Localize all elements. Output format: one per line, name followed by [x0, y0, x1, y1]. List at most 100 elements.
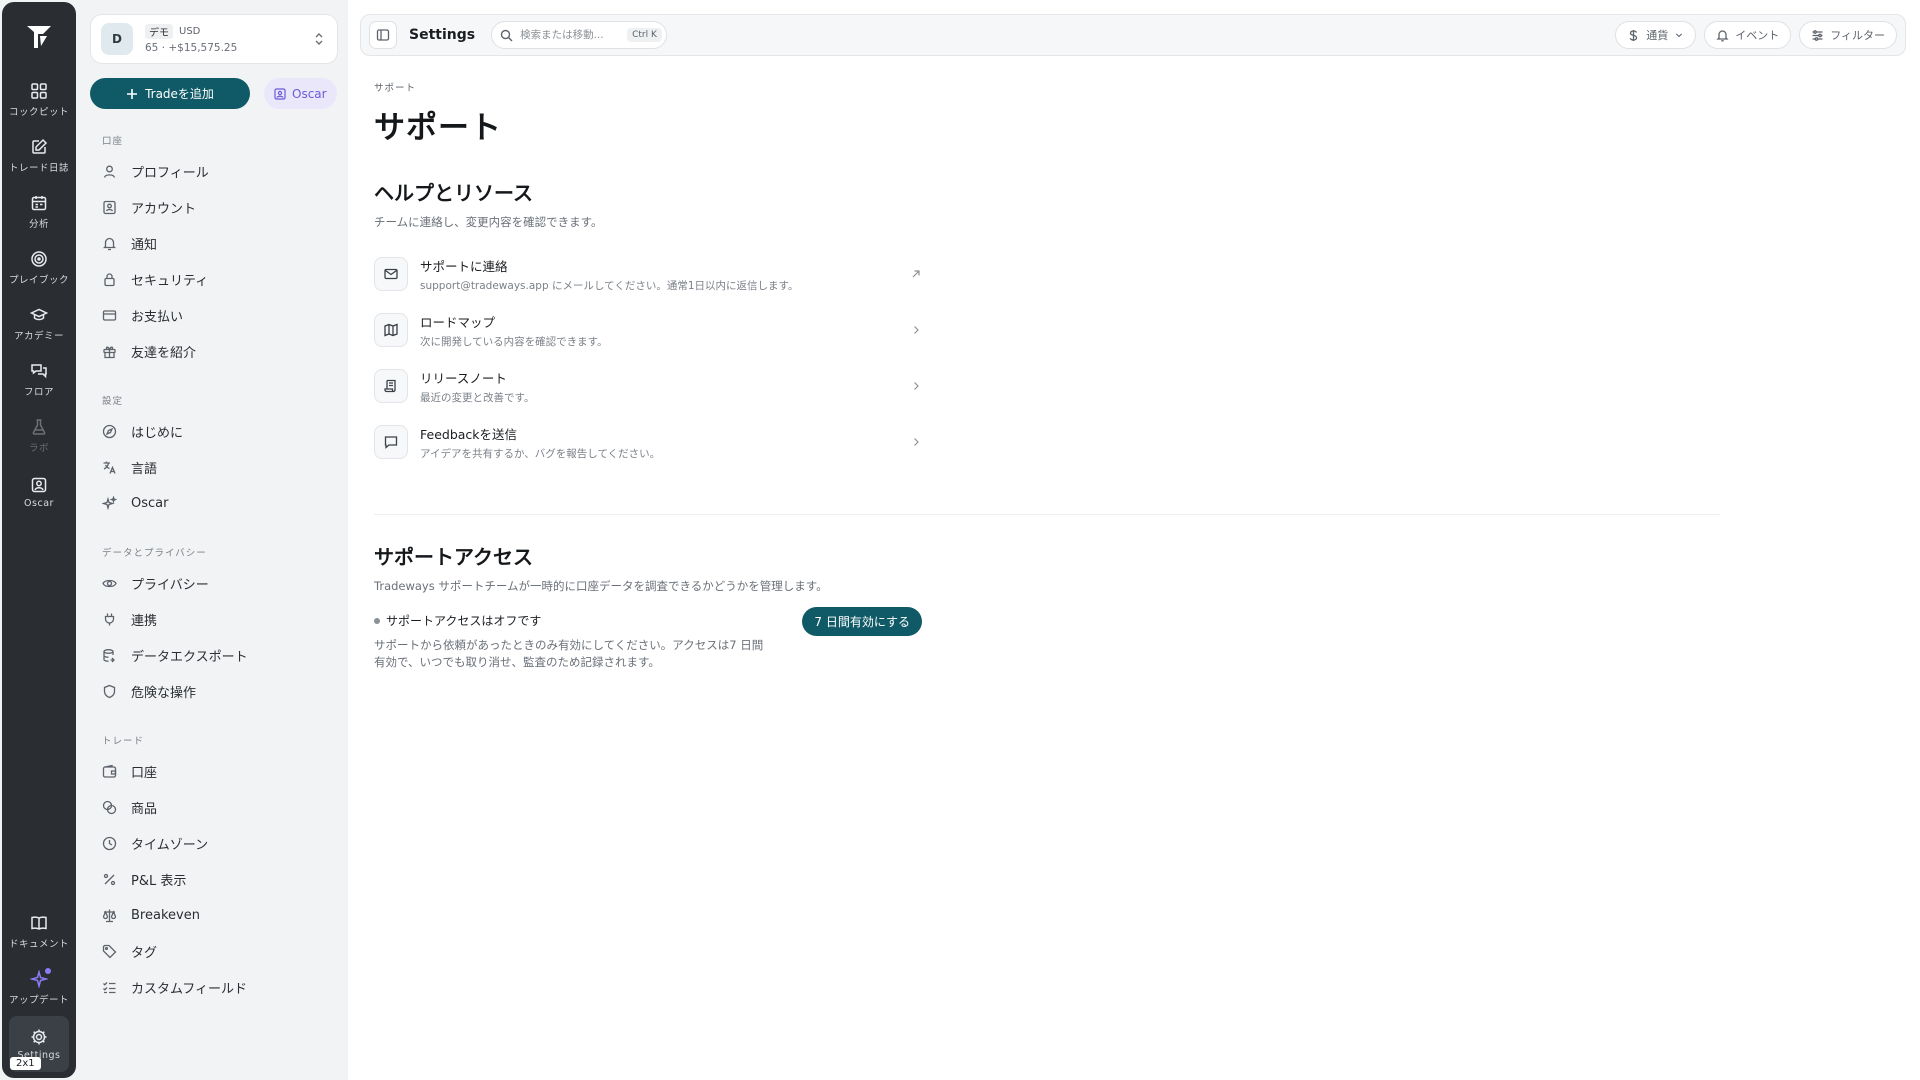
sidebar-item-billing[interactable]: お支払い: [90, 297, 338, 333]
release-notes-item[interactable]: リリースノート 最近の変更と改善です。: [374, 358, 922, 414]
sidebar-item-breakeven[interactable]: Breakeven: [90, 897, 338, 933]
send-feedback-item[interactable]: Feedbackを送信 アイデアを共有するか、バグを報告してください。: [374, 414, 922, 470]
oscar-icon: [274, 87, 286, 100]
search-input[interactable]: [520, 29, 621, 41]
external-arrow-icon: [910, 268, 922, 280]
compass-icon: [102, 424, 117, 439]
add-trade-button[interactable]: Tradeを追加: [90, 78, 250, 109]
message-square-icon: [374, 425, 408, 459]
chevron-right-icon: [910, 436, 922, 448]
search-box[interactable]: Ctrl K: [491, 21, 668, 49]
oscar-icon: [30, 476, 48, 494]
sliders-icon: [1811, 29, 1824, 42]
rail-item-label: プレイブック: [8, 275, 69, 286]
eye-icon: [102, 576, 117, 591]
sidebar-item-getting-started[interactable]: はじめに: [90, 413, 338, 449]
resource-list: サポートに連絡 support@tradeways.app にメールしてください…: [374, 246, 922, 470]
sidebar-section-account: 口座 プロフィール アカウント 通知 セキュリティ お支払い 友達を紹介: [90, 133, 338, 369]
rail-item-updates[interactable]: アップデート: [6, 960, 72, 1016]
scale-icon: [102, 908, 117, 923]
rail-item-cockpit[interactable]: コックピット: [6, 72, 72, 128]
tag-icon: [102, 944, 117, 959]
sidebar-item-integrations[interactable]: 連携: [90, 601, 338, 637]
sidebar-item-notifications[interactable]: 通知: [90, 225, 338, 261]
percent-icon: [102, 872, 117, 887]
resource-title: Feedbackを送信: [420, 426, 518, 442]
contact-support-item[interactable]: サポートに連絡 support@tradeways.app にメールしてください…: [374, 246, 922, 302]
avatar: D: [101, 23, 133, 55]
account-currency: USD: [179, 26, 201, 37]
rail-item-journal[interactable]: トレード日誌: [6, 128, 72, 184]
rail-item-lab[interactable]: ラボ: [6, 408, 72, 464]
sidebar-item-tags[interactable]: タグ: [90, 933, 338, 969]
status-dot: [374, 617, 380, 624]
filter-button[interactable]: フィルター: [1799, 21, 1897, 49]
credit-card-icon: [102, 308, 117, 323]
support-access-title: サポートアクセス: [374, 545, 533, 569]
tradeways-logo-icon[interactable]: [23, 20, 55, 52]
sidebar-item-pnl-display[interactable]: P&L 表示: [90, 861, 338, 897]
chevron-right-icon: [910, 324, 922, 336]
sidebar-item-danger-zone[interactable]: 危険な操作: [90, 673, 338, 709]
account-summary: 65 · +$15,575.25: [145, 42, 238, 54]
sidebar-item-custom-fields[interactable]: カスタムフィールド: [90, 969, 338, 1005]
sidebar-item-profile[interactable]: プロフィール: [90, 153, 338, 189]
graduation-cap-icon: [30, 306, 48, 324]
rail-item-label: アカデミー: [13, 331, 64, 342]
support-access-detail: サポートから依頼があったときのみ有効にしてください。アクセスは7 日間有効で、い…: [374, 638, 764, 669]
rail-item-label: アップデート: [8, 995, 69, 1006]
sidebar-heading: 設定: [102, 396, 124, 407]
sidebar-item-account[interactable]: アカウント: [90, 189, 338, 225]
chevron-up-down-icon: [313, 32, 325, 46]
rail-item-docs[interactable]: ドキュメント: [6, 904, 72, 960]
chat-bubbles-icon: [30, 362, 48, 380]
oscar-button[interactable]: Oscar: [264, 78, 337, 109]
sidebar-section-settings: 設定 はじめに 言語 Oscar: [90, 393, 338, 521]
help-section-description: チームに連絡し、変更内容を確認できます。: [374, 215, 603, 229]
plus-icon: [126, 88, 138, 100]
database-export-icon: [102, 648, 117, 663]
sidebar-item-accounts[interactable]: 口座: [90, 753, 338, 789]
sidebar-item-timezone[interactable]: タイムゾーン: [90, 825, 338, 861]
search-icon: [500, 29, 513, 42]
rail-item-playbook[interactable]: プレイブック: [6, 240, 72, 296]
map-icon: [374, 313, 408, 347]
sidebar-item-oscar[interactable]: Oscar: [90, 485, 338, 521]
sidebar-item-instruments[interactable]: 商品: [90, 789, 338, 825]
support-access-status: サポートアクセスはオフです: [374, 612, 774, 629]
top-bar: Settings Ctrl K 通貨 イベント フィルター: [360, 14, 1906, 56]
sidebar-item-language[interactable]: 言語: [90, 449, 338, 485]
sidebar-item-referral[interactable]: 友達を紹介: [90, 333, 338, 369]
sidebar-item-data-export[interactable]: データエクスポート: [90, 637, 338, 673]
coins-icon: [102, 800, 117, 815]
settings-sidebar: D デモ USD 65 · +$15,575.25 Tradeを追加 Oscar…: [80, 0, 348, 1080]
rail-item-academy[interactable]: アカデミー: [6, 296, 72, 352]
rail-item-label: 分析: [28, 219, 49, 230]
roadmap-item[interactable]: ロードマップ 次に開発している内容を確認できます。: [374, 302, 922, 358]
support-content: サポート サポート ヘルプとリソース チームに連絡し、変更内容を確認できます。 …: [374, 80, 1734, 671]
sidebar-item-security[interactable]: セキュリティ: [90, 261, 338, 297]
rail-item-label: コックピット: [8, 107, 69, 118]
grid-icon: [30, 82, 48, 100]
scroll-icon: [374, 369, 408, 403]
currency-dropdown[interactable]: 通貨: [1615, 21, 1697, 49]
wallet-icon: [102, 764, 117, 779]
gift-icon: [102, 344, 117, 359]
sidebar-heading: トレード: [102, 736, 145, 747]
rail-item-oscar[interactable]: Oscar: [6, 464, 72, 520]
sidebar-section-trading: トレード 口座 商品 タイムゾーン P&L 表示 Breakeven タグ カス…: [90, 733, 338, 1005]
id-card-icon: [102, 200, 117, 215]
sidebar-heading: 口座: [102, 136, 124, 147]
demo-badge: デモ: [145, 24, 173, 39]
rail-item-label: ラボ: [28, 443, 49, 454]
translate-icon: [102, 460, 117, 475]
rail-item-floor[interactable]: フロア: [6, 352, 72, 408]
toggle-sidebar-button[interactable]: [369, 21, 397, 49]
events-button[interactable]: イベント: [1704, 21, 1792, 49]
account-switcher[interactable]: D デモ USD 65 · +$15,575.25: [90, 14, 338, 64]
resource-subtitle: 最近の変更と改善です。: [420, 391, 535, 404]
sidebar-item-privacy[interactable]: プライバシー: [90, 565, 338, 601]
sidebar-section-data-privacy: データとプライバシー プライバシー 連携 データエクスポート 危険な操作: [90, 545, 338, 709]
rail-item-analytics[interactable]: 分析: [6, 184, 72, 240]
enable-support-access-button[interactable]: 7 日間有効にする: [802, 607, 922, 636]
